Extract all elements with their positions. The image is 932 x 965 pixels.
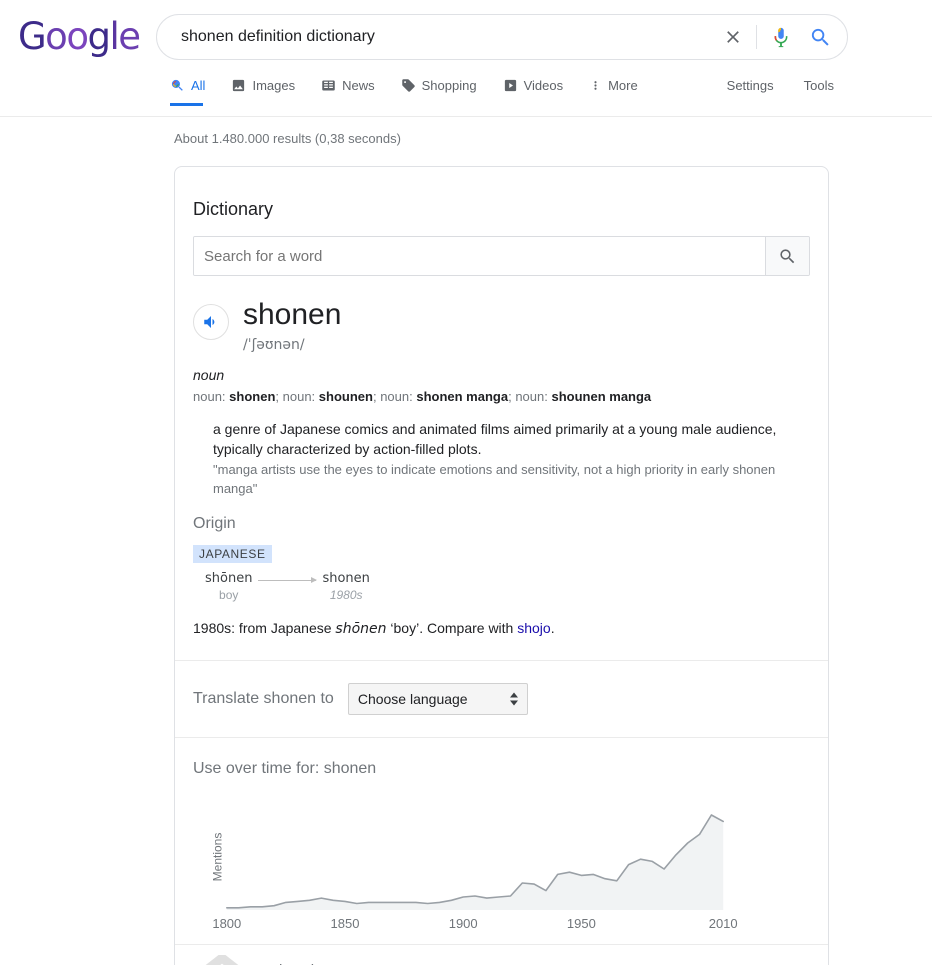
chevron-up-icon — [193, 955, 251, 965]
tab-images[interactable]: Images — [231, 74, 307, 106]
chart-xtick: 1900 — [449, 916, 478, 931]
more-vertical-icon — [589, 78, 602, 93]
origin-language-badge: JAPANESE — [193, 545, 272, 563]
chart-xtick: 1850 — [331, 916, 360, 931]
video-icon — [503, 78, 518, 93]
card-title: Dictionary — [193, 185, 810, 220]
tab-label: Videos — [524, 78, 564, 93]
form-entry-1-label: noun: — [283, 389, 319, 404]
tab-more[interactable]: More — [589, 74, 650, 106]
dictionary-body: Dictionary shonen /ˈʃəʊnən/ noun noun: s… — [175, 167, 828, 660]
tab-news[interactable]: News — [321, 74, 387, 106]
chart-plot-area: Mentions — [193, 796, 810, 914]
form-entry-0-term: shonen — [229, 389, 275, 404]
dictionary-card: Dictionary shonen /ˈʃəʊnən/ noun noun: s… — [174, 166, 829, 965]
language-select-value: Choose language — [358, 691, 468, 707]
google-logo[interactable]: Google — [18, 18, 140, 55]
nav-actions: Settings Tools — [727, 74, 834, 93]
settings-button[interactable]: Settings — [727, 78, 774, 93]
news-icon — [321, 78, 336, 93]
tab-videos[interactable]: Videos — [503, 74, 576, 106]
chart-ylabel: Mentions — [210, 833, 224, 882]
form-entry-0-label: noun: — [193, 389, 229, 404]
origin-middle: ‘boy’. Compare with — [387, 620, 518, 636]
tab-label: More — [608, 78, 638, 93]
word-header: shonen /ˈʃəʊnən/ — [193, 298, 810, 353]
word-search-button[interactable] — [765, 237, 809, 275]
search-bar[interactable] — [156, 14, 848, 60]
tab-label: Shopping — [422, 78, 477, 93]
close-icon[interactable] — [714, 15, 752, 59]
tools-button[interactable]: Tools — [804, 78, 834, 93]
tab-label: News — [342, 78, 375, 93]
etymology-source-gloss: boy — [205, 588, 252, 602]
origin-before: 1980s: from Japanese — [193, 620, 335, 636]
word-forms: noun: shonen; noun: shounen; noun: shone… — [193, 387, 810, 407]
part-of-speech: noun — [193, 367, 810, 383]
form-entry-3-term: shounen manga — [551, 389, 651, 404]
usage-chart — [215, 796, 735, 914]
form-entry-2-label: noun: — [380, 389, 416, 404]
origin-label: Origin — [193, 515, 810, 533]
word-search-box[interactable] — [193, 236, 810, 276]
word-search-input[interactable] — [194, 237, 765, 275]
language-select[interactable]: Choose language — [348, 683, 528, 715]
speaker-icon[interactable] — [193, 304, 229, 340]
tab-label: Images — [252, 78, 295, 93]
chevron-updown-icon — [510, 692, 518, 705]
page-header: Google — [0, 0, 932, 117]
results-area: About 1.480.000 results (0,38 seconds) D… — [0, 117, 932, 965]
translate-section: Translate shonen to Choose language — [175, 661, 828, 737]
search-nav: All Images News Shopping — [0, 74, 932, 116]
definition-text: a genre of Japanese comics and animated … — [213, 419, 810, 460]
usage-chart-section: Use over time for: shonen Mentions 18001… — [175, 738, 828, 944]
chart-xtick: 2010 — [709, 916, 738, 931]
tab-shopping[interactable]: Shopping — [401, 74, 489, 106]
form-entry-2-term: shonen manga — [416, 389, 508, 404]
translate-label: Translate shonen to — [193, 690, 334, 708]
microphone-icon[interactable] — [761, 15, 801, 59]
chart-xtick: 1800 — [212, 916, 241, 931]
sense-block: a genre of Japanese comics and animated … — [193, 419, 810, 499]
nav-tabs: All Images News Shopping — [170, 74, 664, 106]
tab-all[interactable]: All — [170, 74, 217, 106]
form-entry-3-label: noun: — [515, 389, 551, 404]
etymology-source-term: shōnen — [205, 571, 252, 586]
image-icon — [231, 78, 246, 93]
origin-link-shojo[interactable]: shojo — [517, 620, 550, 636]
chart-x-axis: 1800 1850 1900 1950 2010 — [215, 914, 810, 934]
chart-xtick: 1950 — [567, 916, 596, 931]
etymology-target-gloss: 1980s — [322, 588, 369, 602]
example-text: "manga artists use the eyes to indicate … — [213, 461, 810, 499]
word-headword: shonen — [243, 298, 341, 331]
form-entry-1-term: shounen — [319, 389, 373, 404]
etymology-diagram: shōnen boy shonen 1980s — [193, 571, 810, 602]
search-input[interactable] — [157, 15, 714, 59]
search-icon — [170, 78, 185, 93]
search-icon[interactable] — [801, 15, 847, 59]
etymology-target: shonen 1980s — [322, 571, 369, 602]
word-block: shonen /ˈʃəʊnən/ — [243, 298, 341, 353]
origin-italic: shōnen — [335, 621, 386, 637]
etymology-source: shōnen boy — [205, 571, 252, 602]
result-stats: About 1.480.000 results (0,38 seconds) — [174, 131, 932, 146]
etymology-target-term: shonen — [322, 571, 369, 586]
origin-description: 1980s: from Japanese shōnen ‘boy’. Compa… — [193, 618, 810, 660]
arrow-right-icon — [258, 580, 316, 581]
tag-icon — [401, 78, 416, 93]
origin-after: . — [551, 620, 555, 636]
word-phonetic: /ˈʃəʊnən/ — [243, 337, 341, 353]
tab-label: All — [191, 78, 205, 93]
show-less-button[interactable]: Show less — [175, 944, 828, 965]
search-divider — [756, 25, 757, 49]
chart-title: Use over time for: shonen — [193, 760, 810, 778]
